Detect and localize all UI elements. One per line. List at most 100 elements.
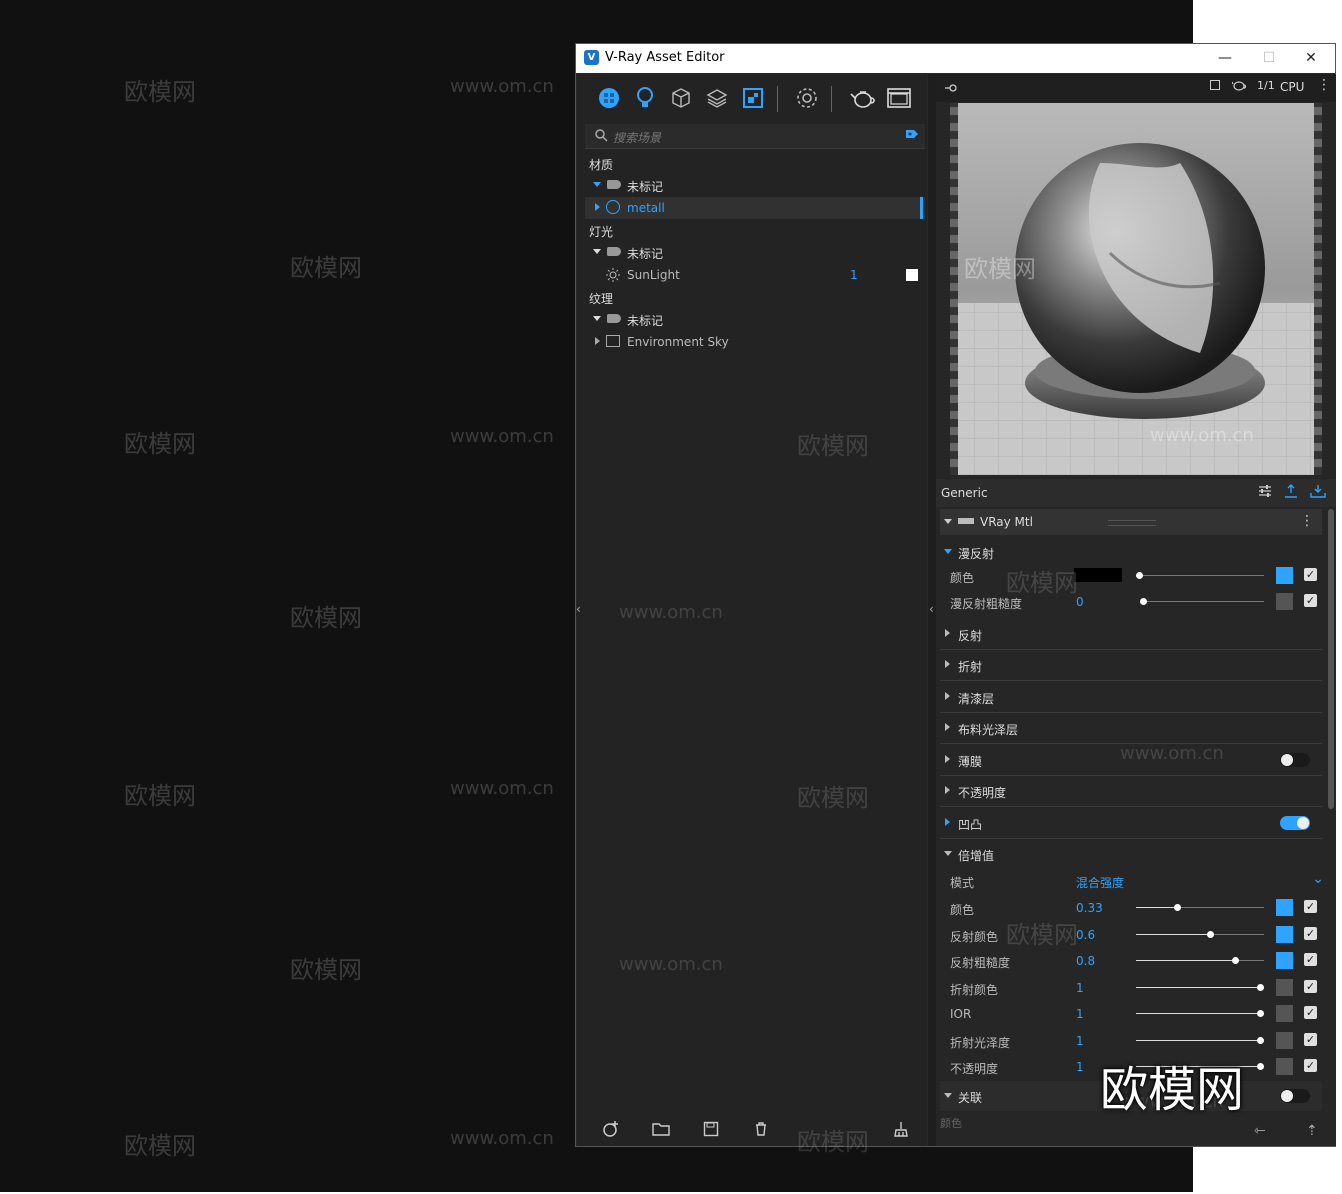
expand-arrow-icon[interactable] xyxy=(945,818,950,826)
toggle-knob[interactable] xyxy=(1281,754,1293,766)
expand-arrow-icon[interactable] xyxy=(945,692,950,700)
enable-checkbox[interactable]: ✓ xyxy=(1304,568,1317,581)
back-arrow-icon[interactable]: ⇽ xyxy=(1254,1116,1266,1146)
slider-knob[interactable] xyxy=(1257,1010,1264,1017)
diffuse-color-slider[interactable] xyxy=(1136,572,1264,579)
slider-knob[interactable] xyxy=(1232,957,1239,964)
section-bump[interactable]: 凹凸 xyxy=(940,808,1322,839)
upload-icon[interactable] xyxy=(1284,484,1298,501)
chevron-left-icon[interactable]: ‹ xyxy=(929,602,934,616)
texture-slot-icon[interactable] xyxy=(1276,925,1293,943)
frame-buffer-icon[interactable] xyxy=(885,84,913,112)
preview-pages[interactable]: 1/1 xyxy=(1257,79,1275,92)
settings-gear-icon[interactable] xyxy=(793,84,821,112)
expand-arrow-icon[interactable] xyxy=(593,249,601,254)
expand-arrow-icon[interactable] xyxy=(593,182,601,187)
texture-slot-icon[interactable] xyxy=(1276,593,1293,610)
texture-item-environment-sky[interactable]: Environment Sky xyxy=(585,331,925,353)
materials-icon[interactable] xyxy=(595,84,623,112)
group-untagged-materials[interactable]: 未标记 xyxy=(585,174,925,196)
expand-arrow-icon[interactable] xyxy=(945,660,950,668)
multiplier-slider[interactable] xyxy=(1136,1036,1264,1044)
texture-slot-icon[interactable] xyxy=(1276,1031,1293,1049)
enable-checkbox[interactable]: ✓ xyxy=(1304,979,1317,993)
create-asset-icon[interactable] xyxy=(601,1120,621,1138)
multiplier-value[interactable]: 0.6 xyxy=(1076,928,1095,942)
section-thin-film[interactable]: 薄膜 xyxy=(940,745,1322,776)
diffuse-color-swatch[interactable] xyxy=(1074,568,1122,582)
properties-scrollbar[interactable] xyxy=(1328,509,1334,809)
diffuse-roughness-slider[interactable] xyxy=(1140,598,1264,605)
open-folder-icon[interactable] xyxy=(651,1120,671,1138)
scene-teapot-icon[interactable] xyxy=(1231,79,1247,94)
expand-arrow-icon[interactable] xyxy=(945,755,950,763)
expand-arrow-icon[interactable] xyxy=(944,851,952,856)
chevron-left-icon[interactable]: ‹ xyxy=(576,602,581,616)
slider-knob[interactable] xyxy=(1257,983,1264,991)
texture-slot-icon[interactable] xyxy=(1276,567,1293,584)
lights-icon[interactable] xyxy=(631,84,659,112)
expand-arrow-icon[interactable] xyxy=(944,519,952,524)
multiplier-value[interactable]: 1 xyxy=(1076,981,1084,995)
multiplier-value[interactable]: 0.8 xyxy=(1076,954,1095,968)
up-arrow-icon[interactable]: ⇡ xyxy=(1306,1116,1318,1146)
material-item-metall[interactable]: metall xyxy=(585,197,925,219)
section-refraction[interactable]: 折射 xyxy=(940,650,1322,681)
texture-slot-icon[interactable] xyxy=(1276,1005,1293,1022)
sliders-icon[interactable] xyxy=(1258,484,1272,501)
enable-checkbox[interactable]: ✓ xyxy=(1304,926,1317,940)
layers-icon[interactable] xyxy=(703,84,731,112)
enable-checkbox[interactable]: ✓ xyxy=(1304,1059,1317,1072)
multiplier-value[interactable]: 1 xyxy=(1076,1060,1084,1074)
expand-arrow-icon[interactable] xyxy=(944,1093,952,1098)
render-engine-selector[interactable]: CPU xyxy=(1280,80,1304,94)
multiplier-slider[interactable] xyxy=(1136,983,1264,991)
collapse-arrow-icon[interactable] xyxy=(595,203,600,211)
close-button[interactable]: ✕ xyxy=(1291,47,1331,69)
multiplier-value[interactable]: 1 xyxy=(1076,1034,1084,1048)
section-reflection[interactable]: 反射 xyxy=(940,619,1322,650)
material-type-row[interactable]: VRay Mtl ⋮ xyxy=(940,509,1322,535)
save-icon[interactable] xyxy=(701,1120,721,1138)
slider-knob[interactable] xyxy=(1174,904,1181,911)
more-options-icon[interactable]: ⋮ xyxy=(1300,513,1314,529)
multiplier-value[interactable]: 0.33 xyxy=(1076,901,1103,915)
slider-knob[interactable] xyxy=(1140,598,1147,605)
collapse-arrow-icon[interactable] xyxy=(595,337,600,345)
expand-arrow-icon[interactable] xyxy=(944,549,952,554)
slider-knob[interactable] xyxy=(1257,1036,1264,1044)
multiplier-slider[interactable] xyxy=(1136,1010,1264,1017)
slider-knob[interactable] xyxy=(1136,572,1143,579)
search-scene-field[interactable]: 搜索场景 xyxy=(585,124,925,149)
slider-knob[interactable] xyxy=(1257,1063,1264,1070)
toggle-knob[interactable] xyxy=(1281,1090,1293,1102)
group-untagged-textures[interactable]: 未标记 xyxy=(585,308,925,330)
texture-slot-icon[interactable] xyxy=(1276,1058,1293,1075)
texture-slot-icon[interactable] xyxy=(1276,952,1293,969)
expand-arrow-icon[interactable] xyxy=(945,723,950,731)
multiplier-slider[interactable] xyxy=(1136,930,1264,938)
chevron-down-icon[interactable]: ⌄ xyxy=(1312,871,1324,887)
binding-toggle[interactable] xyxy=(1280,1089,1310,1103)
expand-arrow-icon[interactable] xyxy=(945,786,950,794)
geometry-icon[interactable] xyxy=(667,84,695,112)
slider-knob[interactable] xyxy=(1207,930,1214,938)
multiplier-value[interactable]: 1 xyxy=(1076,1007,1084,1021)
more-options-icon[interactable]: ⋮ xyxy=(1317,78,1331,92)
enable-checkbox[interactable]: ✓ xyxy=(1304,900,1317,913)
mode-dropdown[interactable]: 混合强度 xyxy=(1076,874,1124,891)
group-untagged-lights[interactable]: 未标记 xyxy=(585,241,925,263)
region-render-icon[interactable] xyxy=(1210,80,1220,90)
enable-checkbox[interactable]: ✓ xyxy=(1304,1006,1317,1019)
section-multipliers[interactable]: 倍增值 xyxy=(940,839,1322,869)
section-coat[interactable]: 清漆层 xyxy=(940,682,1322,713)
drag-handle[interactable] xyxy=(1108,520,1156,526)
import-icon[interactable] xyxy=(1310,484,1326,501)
maximize-button[interactable]: ☐ xyxy=(1249,47,1289,69)
minimize-button[interactable]: — xyxy=(1205,47,1245,69)
texture-slot-icon[interactable] xyxy=(1276,978,1293,996)
category-lights[interactable]: 灯光 xyxy=(585,219,925,241)
enable-checkbox[interactable]: ✓ xyxy=(1304,594,1317,607)
expand-arrow-icon[interactable] xyxy=(593,316,601,321)
preview-lock-icon[interactable] xyxy=(944,81,960,98)
